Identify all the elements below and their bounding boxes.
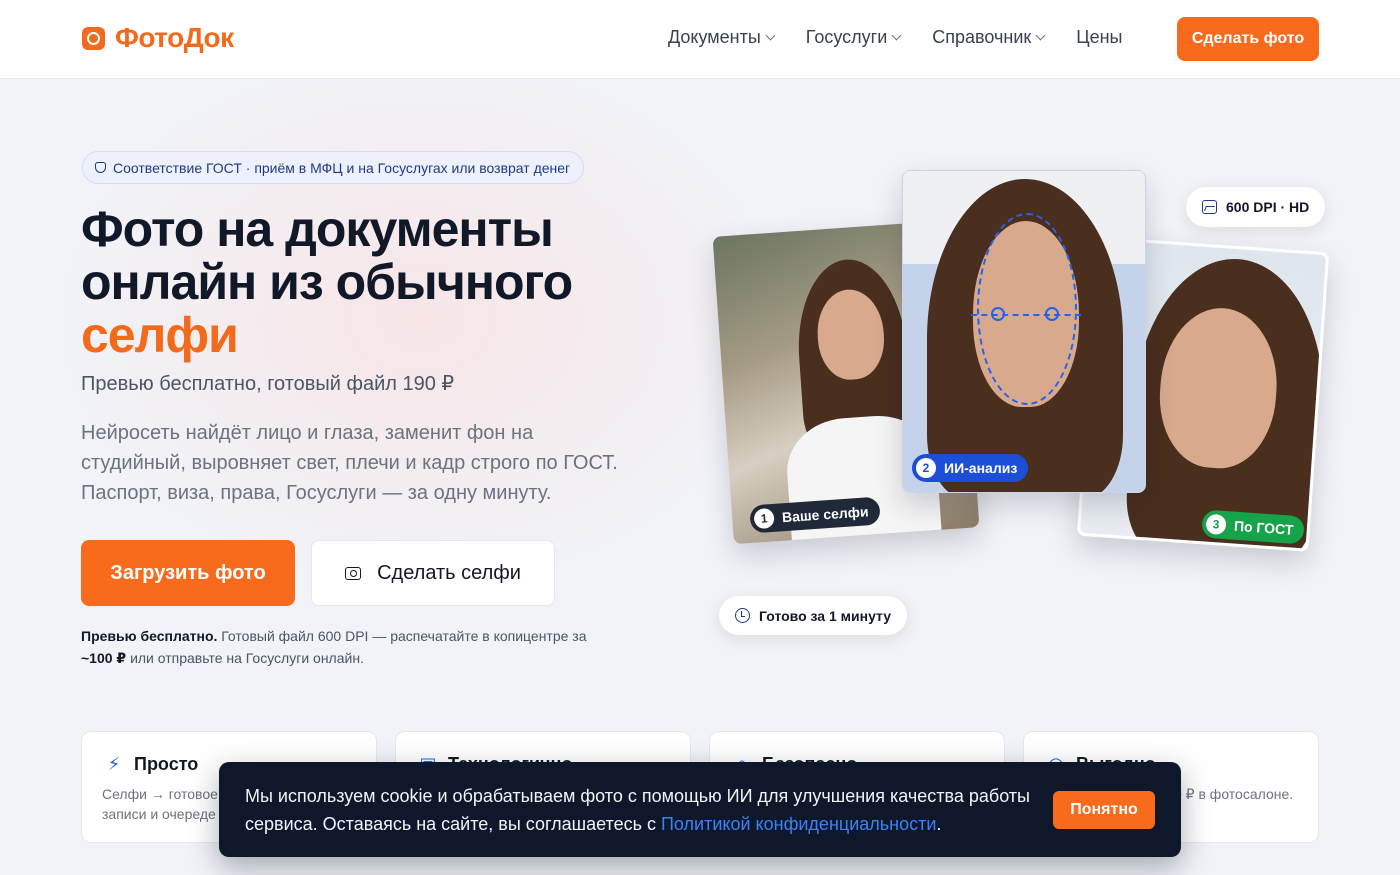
hero-description: Нейросеть найдёт лицо и глаза, заменит ф…: [81, 422, 618, 504]
chevron-down-icon: [891, 30, 902, 41]
take-selfie-label: Сделать селфи: [377, 561, 521, 584]
logo[interactable]: ФотоДок: [82, 22, 234, 54]
step-number: 2: [916, 458, 936, 478]
title-line-2: онлайн из обычного: [81, 254, 573, 310]
camera-logo-icon: [82, 26, 105, 50]
gost-badge: Соответствие ГОСТ · приём в МФЦ и на Гос…: [82, 151, 585, 184]
eye-line: [971, 314, 1081, 316]
feature-text-line-1: Селфи → готовое: [102, 786, 218, 802]
privacy-policy-link[interactable]: Политикой конфиденциальности: [661, 814, 936, 834]
main-nav: Документы Госуслуги Справочник Цены: [668, 27, 1155, 48]
cookie-period: .: [936, 814, 942, 834]
shield-icon: [95, 162, 106, 173]
nav-label: Документы: [668, 27, 761, 47]
bolt-icon: ⚡: [107, 754, 121, 774]
hero-subtitle: Превью бесплатно, готовый файл 190 ₽: [81, 373, 455, 395]
take-selfie-button[interactable]: Сделать селфи: [311, 540, 555, 606]
note-bold: Превью бесплатно.: [81, 628, 218, 644]
feature-text: 0 ₽ в фотосалоне.: [1174, 786, 1294, 802]
upload-photo-button[interactable]: Загрузить фото: [81, 540, 295, 606]
page-title: Фото на документы онлайн из обычного сел…: [81, 203, 681, 362]
nav-item-prices[interactable]: Цены: [1076, 27, 1122, 48]
step-label: Ваше селфи: [781, 503, 870, 526]
note-text-2: или отправьте на Госуслуги онлайн.: [130, 650, 364, 666]
take-photo-button[interactable]: Сделать фото: [1177, 17, 1319, 61]
badge-text: Соответствие ГОСТ · приём в МФЦ и на Гос…: [113, 159, 571, 176]
step-number: 3: [1205, 513, 1227, 536]
title-accent: селфи: [81, 307, 239, 363]
nav-item-documents[interactable]: Документы: [668, 27, 776, 48]
note-price: ~100 ₽: [81, 650, 127, 666]
feature-title: Просто: [134, 754, 199, 774]
title-line-1: Фото на документы: [81, 201, 554, 257]
nav-item-reference[interactable]: Справочник: [932, 27, 1046, 48]
nav-label: Справочник: [932, 27, 1032, 47]
nav-item-gosuslugi[interactable]: Госуслуги: [805, 27, 902, 48]
clock-icon: [735, 608, 750, 623]
accept-cookies-button[interactable]: Понятно: [1053, 791, 1155, 829]
pricing-note: Превью бесплатно. Готовый файл 600 DPI —…: [81, 625, 621, 669]
step-label: По ГОСТ: [1233, 517, 1294, 538]
nav-label: Цены: [1076, 27, 1123, 47]
ready-badge: Готово за 1 минуту: [719, 596, 908, 635]
camera-icon: [345, 566, 362, 580]
dpi-text: 600 DPI · HD: [1226, 199, 1310, 215]
dpi-badge: 600 DPI · HD: [1186, 187, 1326, 227]
chevron-down-icon: [1035, 30, 1046, 41]
logo-text: ФотоДок: [115, 22, 234, 53]
left-eye-marker: [991, 307, 1005, 321]
site-header: ФотоДок Документы Госуслуги Справочник Ц…: [0, 0, 1400, 79]
image-icon: [1202, 200, 1217, 214]
nav-label: Госуслуги: [805, 27, 888, 47]
feature-text-line-2: записи и очереде: [102, 806, 216, 822]
cookie-banner: Мы используем cookie и обрабатываем фото…: [219, 762, 1181, 857]
ready-text: Готово за 1 минуту: [759, 607, 892, 624]
cookie-text: Мы используем cookie и обрабатываем фото…: [245, 782, 1035, 838]
ai-analysis-photo: [902, 170, 1146, 493]
note-text-1: Готовый файл 600 DPI — распечатайте в ко…: [221, 628, 587, 644]
right-eye-marker: [1045, 307, 1059, 321]
step-number: 1: [753, 507, 775, 530]
chevron-down-icon: [765, 30, 776, 41]
step-2-chip: 2 ИИ-анализ: [912, 454, 1029, 482]
step-label: ИИ-анализ: [944, 460, 1018, 476]
